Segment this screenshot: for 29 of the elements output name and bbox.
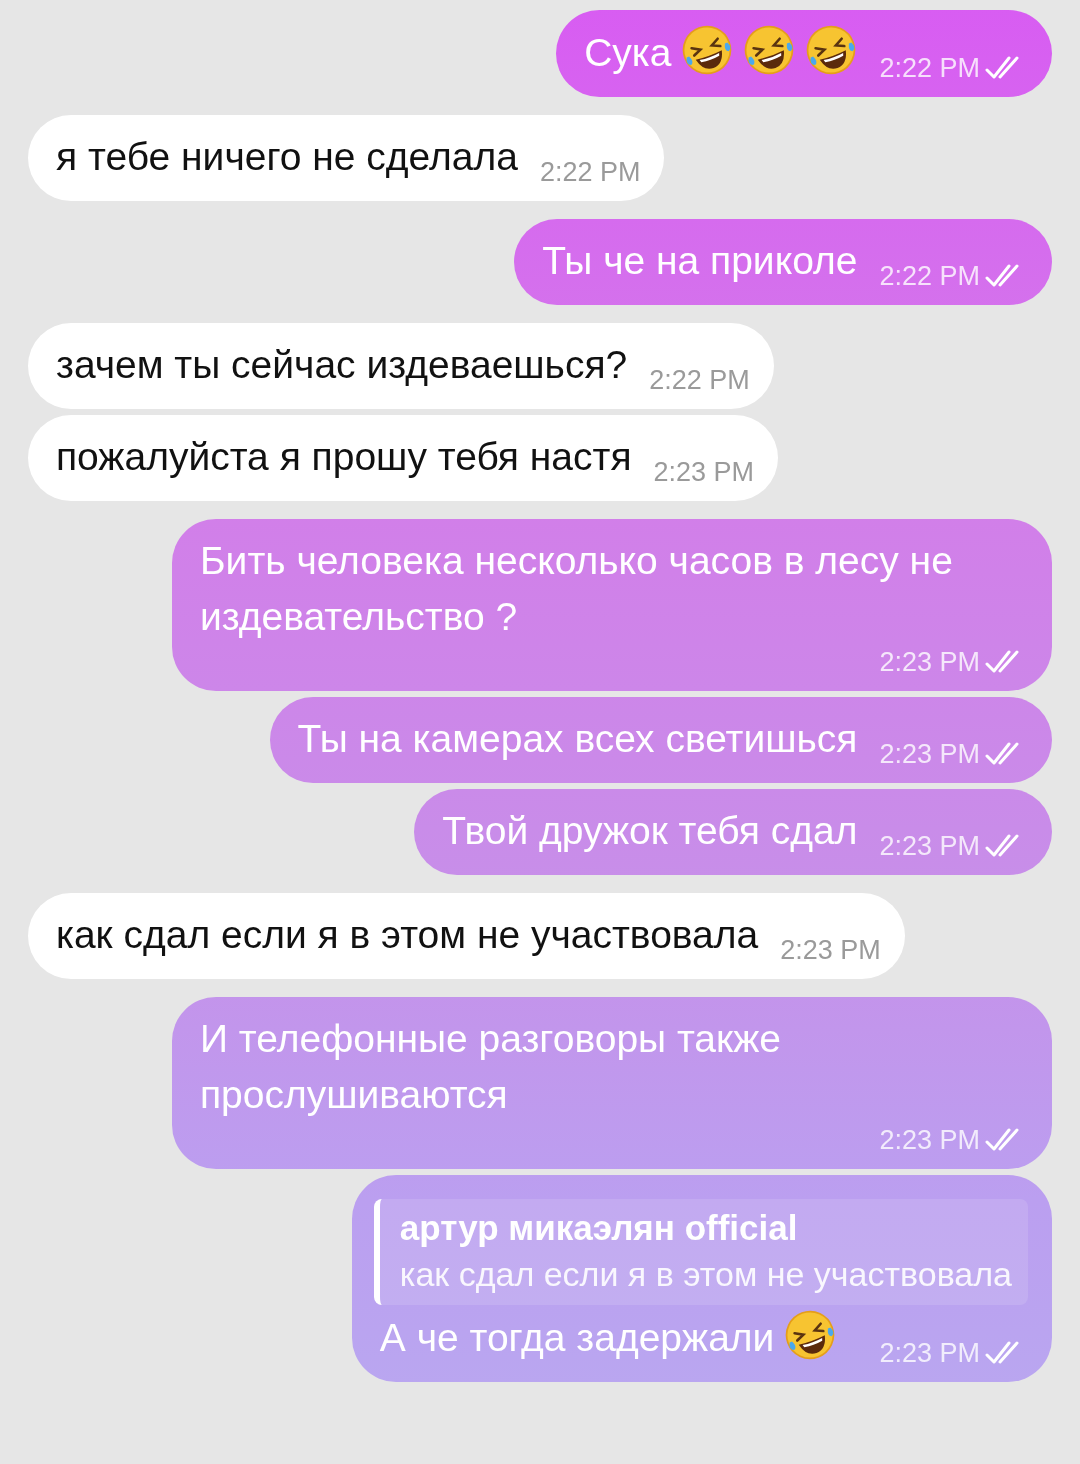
- reply-author: артур микаэлян official: [399, 1207, 799, 1249]
- message-text: И телефонные разговоры также прослушиваются: [200, 1016, 782, 1118]
- message-text: Бить человека несколько часов в лесу не издевательство ?: [200, 538, 954, 640]
- laughing-emoji-icon: [805, 24, 858, 76]
- timestamp: 2:22 PM: [879, 52, 980, 85]
- timestamp: 2:23 PM: [879, 830, 980, 863]
- message-text: я тебе ничего не сделала: [56, 134, 518, 180]
- message-text: А че тогда задержали: [379, 1309, 837, 1366]
- timestamp: 2:23 PM: [879, 646, 980, 679]
- message-text: как сдал если я в этом не участвовала: [56, 912, 759, 958]
- laughing-emoji-icon: [784, 1309, 837, 1361]
- timestamp: 2:23 PM: [653, 456, 755, 489]
- laughing-emoji-icon: [743, 24, 796, 76]
- timestamp: 2:22 PM: [649, 364, 750, 397]
- timestamp: 2:23 PM: [780, 934, 881, 967]
- laughing-emoji-icon: [681, 24, 734, 76]
- message-text: пожалуйста я прошу тебя настя: [56, 434, 632, 480]
- timestamp: 2:22 PM: [879, 260, 980, 293]
- timestamp: 2:23 PM: [879, 1124, 980, 1157]
- reply-text: как сдал если я в этом не участвовала: [399, 1254, 1012, 1295]
- message-text: Ты на камерах всех светишься: [297, 716, 858, 762]
- message-text: зачем ты сейчас издеваешься?: [56, 342, 628, 388]
- timestamp: 2:22 PM: [539, 156, 641, 189]
- timestamp: 2:23 PM: [879, 1337, 980, 1370]
- message-text: Твой дружок тебя сдал: [442, 808, 858, 854]
- timestamp: 2:23 PM: [879, 738, 980, 771]
- message-text: Сука: [584, 24, 858, 81]
- message-text: Ты че на приколе: [542, 238, 858, 284]
- reply-quote[interactable]: артур микаэлян official как сдал если я в этом не участвовала: [373, 1199, 1028, 1305]
